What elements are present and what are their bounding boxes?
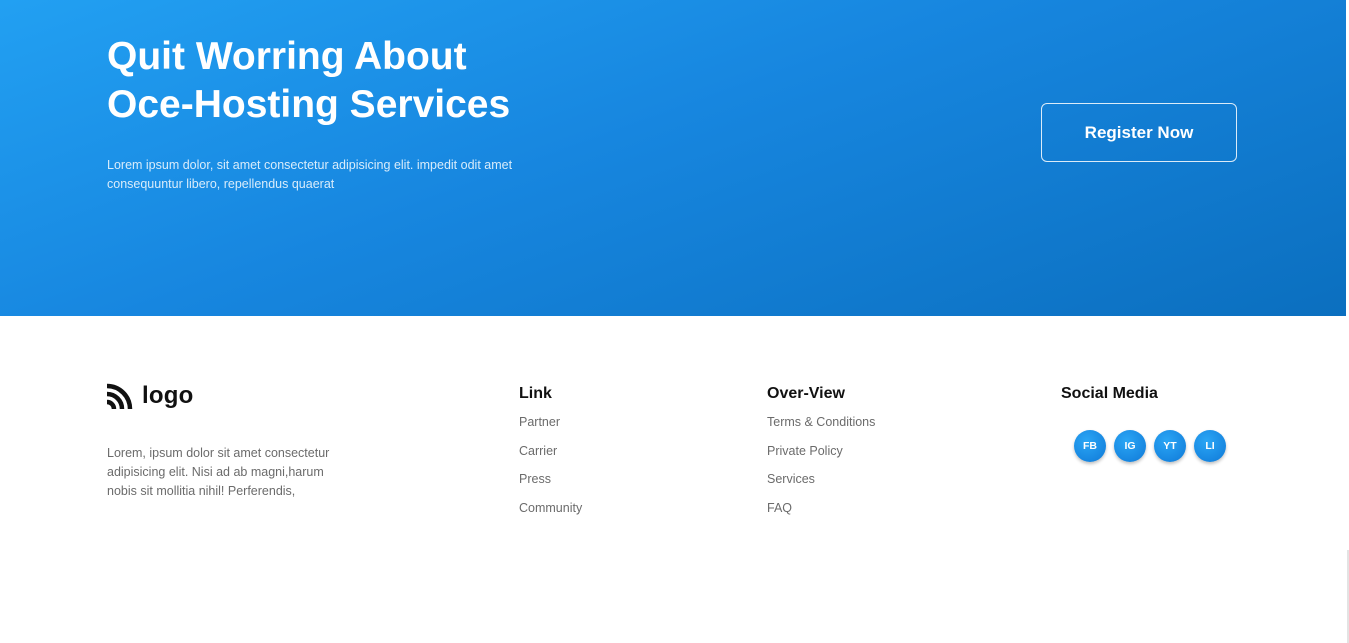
link-faq[interactable]: FAQ (767, 501, 792, 515)
linkedin-button[interactable]: LI (1194, 430, 1226, 462)
hero-description: Lorem ipsum dolor, sit amet consectetur … (107, 158, 513, 191)
link-column: Link Partner Carrier Press Community (519, 384, 582, 528)
link-community[interactable]: Community (519, 501, 582, 515)
overview-column: Over-View Terms & Conditions Private Pol… (767, 384, 875, 528)
link-heading: Link (519, 385, 552, 402)
overview-heading: Over-View (767, 385, 845, 402)
facebook-button[interactable]: FB (1074, 430, 1106, 462)
social-buttons: FB IG YT LI (1074, 430, 1226, 462)
link-private-policy[interactable]: Private Policy (767, 444, 843, 458)
footer-logo[interactable]: logo (106, 382, 193, 410)
hero-title-line-2: Oce-Hosting Services (107, 83, 511, 126)
link-carrier[interactable]: Carrier (519, 444, 557, 458)
instagram-button[interactable]: IG (1114, 430, 1146, 462)
cta-hero: Quit Worring About Oce-Hosting Services … (0, 0, 1346, 316)
hero-title: Quit Worring About Oce-Hosting Services (107, 33, 627, 129)
youtube-button[interactable]: YT (1154, 430, 1186, 462)
link-terms-conditions[interactable]: Terms & Conditions (767, 415, 875, 429)
link-press[interactable]: Press (519, 472, 551, 486)
logo-icon (106, 383, 133, 410)
social-heading: Social Media (1061, 385, 1158, 402)
link-services[interactable]: Services (767, 472, 815, 486)
hero-title-line-1: Quit Worring About (107, 35, 467, 78)
logo-text: logo (142, 382, 194, 409)
social-column: Social Media (1061, 384, 1158, 413)
footer-description: Lorem, ipsum dolor sit amet consectetur … (107, 446, 330, 498)
register-now-button[interactable]: Register Now (1041, 103, 1237, 162)
link-partner[interactable]: Partner (519, 415, 560, 429)
